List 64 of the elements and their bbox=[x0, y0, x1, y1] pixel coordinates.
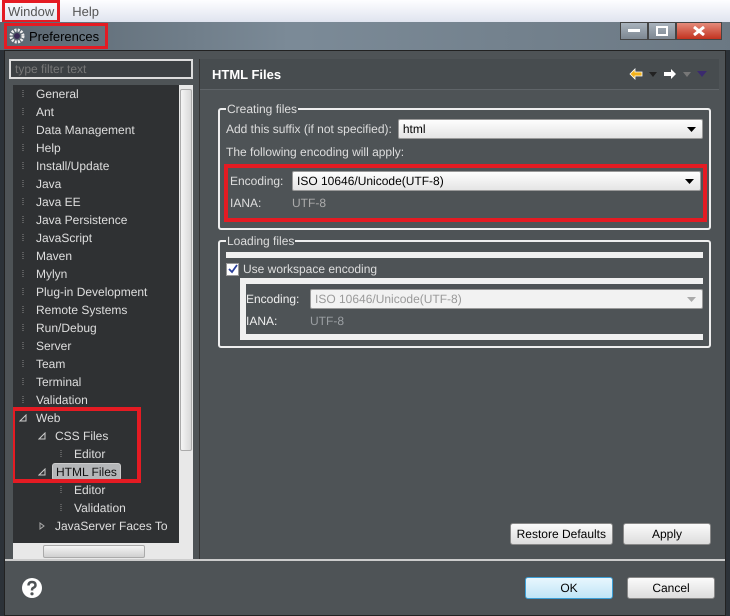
checkbox[interactable] bbox=[226, 262, 239, 276]
group-legend: Creating files bbox=[226, 102, 298, 116]
tree-item[interactable]: Editor bbox=[71, 482, 108, 498]
page-title: HTML Files bbox=[212, 66, 282, 82]
tree-item[interactable]: Mylyn bbox=[33, 266, 70, 282]
minimize-icon bbox=[628, 29, 640, 33]
tree-item[interactable]: Help bbox=[33, 140, 64, 156]
tree-item[interactable]: Install/Update bbox=[33, 158, 112, 174]
tree-item[interactable]: Server bbox=[33, 338, 74, 354]
field-label: IANA: bbox=[246, 314, 278, 328]
menu-item[interactable]: Help bbox=[66, 0, 105, 22]
iana-value: UTF-8 bbox=[310, 314, 344, 328]
caret-icon bbox=[687, 126, 696, 132]
checkbox-label[interactable]: Use workspace encoding bbox=[243, 262, 378, 276]
field-label: IANA: bbox=[230, 196, 262, 210]
page-button[interactable]: Apply bbox=[623, 523, 711, 545]
tree-item[interactable]: HTML Files bbox=[52, 463, 121, 481]
tree-item[interactable]: Remote Systems bbox=[33, 302, 130, 318]
help-icon[interactable] bbox=[21, 577, 43, 599]
forward-arrow-icon[interactable] bbox=[663, 68, 677, 80]
tree-item[interactable]: JavaScript bbox=[33, 230, 96, 246]
iana-value: UTF-8 bbox=[292, 196, 326, 210]
minimize-button[interactable] bbox=[620, 22, 648, 40]
suffix-dropdown[interactable]: html bbox=[398, 119, 703, 139]
tree-item[interactable]: Terminal bbox=[33, 374, 84, 390]
expanded-icon[interactable] bbox=[19, 414, 27, 422]
info-text: The following encoding will apply: bbox=[226, 144, 406, 161]
close-icon bbox=[692, 26, 706, 36]
tree-item[interactable]: Java Persistence bbox=[33, 212, 130, 228]
field-label: Encoding: bbox=[246, 292, 300, 306]
maximize-button[interactable] bbox=[648, 22, 676, 40]
tree-item[interactable]: Validation bbox=[33, 392, 91, 408]
expanded-icon[interactable] bbox=[38, 432, 46, 440]
tree-item[interactable]: Java EE bbox=[33, 194, 84, 210]
tree-item[interactable]: Plug-in Development bbox=[33, 284, 150, 300]
gear-icon bbox=[9, 28, 25, 44]
tree-item[interactable]: CSS Files bbox=[52, 428, 112, 444]
caret-icon bbox=[685, 178, 694, 184]
tree-item[interactable]: Run/Debug bbox=[33, 320, 100, 336]
maximize-icon bbox=[656, 26, 668, 36]
tree-item[interactable]: Ant bbox=[33, 104, 58, 120]
encoding-dropdown[interactable]: ISO 10646/Unicode(UTF-8) bbox=[292, 171, 701, 191]
back-arrow-icon[interactable] bbox=[629, 68, 643, 80]
tree-item[interactable]: JavaServer Faces To bbox=[52, 518, 170, 534]
tree-item[interactable]: Web bbox=[33, 410, 64, 426]
close-button[interactable] bbox=[676, 22, 722, 40]
field-label: Add this suffix (if not specified): bbox=[226, 122, 392, 136]
collapsed-icon[interactable] bbox=[38, 522, 46, 530]
dialog-button[interactable]: OK bbox=[525, 577, 613, 599]
filter-field[interactable]: type filter text bbox=[9, 59, 193, 79]
tree-item[interactable]: Editor bbox=[71, 446, 108, 462]
expanded-icon[interactable] bbox=[38, 468, 46, 476]
tree-item[interactable]: Team bbox=[33, 356, 68, 372]
caret-icon bbox=[687, 296, 696, 302]
group-legend: Loading files bbox=[226, 234, 296, 248]
page-button[interactable]: Restore Defaults bbox=[510, 523, 613, 545]
dialog-button[interactable]: Cancel bbox=[627, 577, 715, 599]
tree-item[interactable]: Java bbox=[33, 176, 64, 192]
tree-item[interactable]: General bbox=[33, 86, 82, 102]
window-title: Preferences bbox=[4, 23, 108, 49]
tree-item[interactable]: Validation bbox=[71, 500, 129, 516]
tree-item[interactable]: Data Management bbox=[33, 122, 138, 138]
field-label: Encoding: bbox=[230, 174, 284, 188]
tree-item[interactable]: Maven bbox=[33, 248, 76, 264]
